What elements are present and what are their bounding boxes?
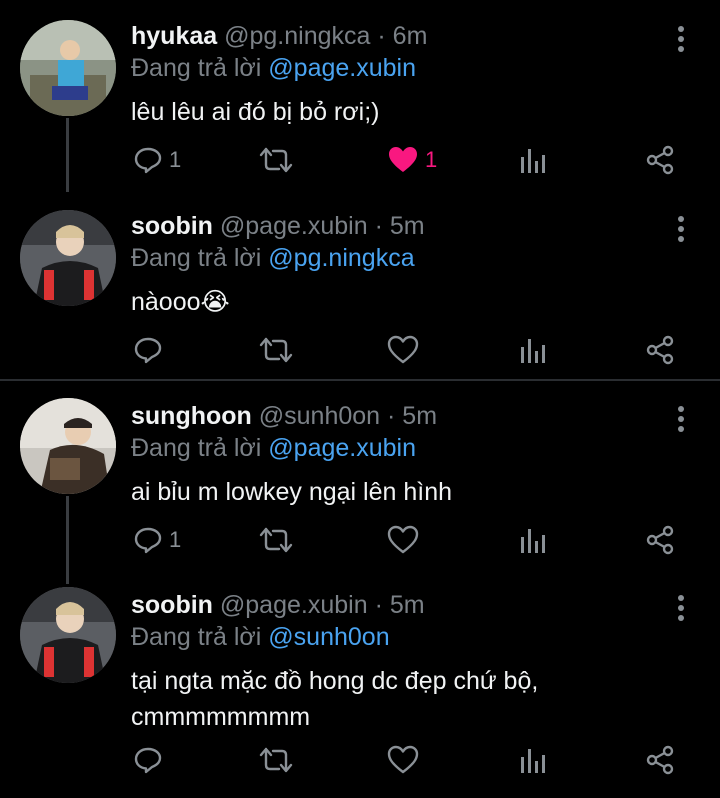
retweet-icon xyxy=(259,335,293,365)
share-icon xyxy=(645,145,675,175)
tweet-actions xyxy=(0,330,720,370)
avatar[interactable] xyxy=(20,210,116,306)
share-icon xyxy=(645,525,675,555)
replying-to: Đang trả lời @page.xubin xyxy=(131,430,416,466)
tweet-actions: 11 xyxy=(0,140,720,180)
replying-to-handle[interactable]: @page.xubin xyxy=(268,434,416,462)
tweet-header: hyukaa @pg.ningkca · 6m xyxy=(131,18,427,54)
like-icon xyxy=(387,335,419,365)
user-handle[interactable]: @page.xubin xyxy=(220,591,368,619)
tweet-header: sunghoon @sunh0on · 5m xyxy=(131,398,437,434)
avatar[interactable] xyxy=(20,398,116,494)
more-icon[interactable] xyxy=(666,214,696,244)
like-button[interactable] xyxy=(387,520,419,560)
retweet-icon xyxy=(259,745,293,775)
analytics-icon xyxy=(519,745,547,775)
replying-to-handle[interactable]: @sunh0on xyxy=(268,623,389,651)
avatar[interactable] xyxy=(20,587,116,683)
tweet-text: tại ngta mặc đồ hong dc đẹp chứ bộ, cmmm… xyxy=(131,667,539,731)
retweet-icon xyxy=(259,525,293,555)
reply-count: 1 xyxy=(169,147,182,172)
reply-count: 1 xyxy=(169,527,182,552)
replying-to-handle[interactable]: @page.xubin xyxy=(268,54,416,82)
replying-to: Đang trả lời @sunh0on xyxy=(131,619,390,655)
analytics-icon xyxy=(519,145,547,175)
tweet-header: soobin @page.xubin · 5m xyxy=(131,587,425,623)
reply-button[interactable] xyxy=(133,740,163,780)
share-button[interactable] xyxy=(645,330,675,370)
tweet-text: ai bỉu m lowkey ngại lên hình xyxy=(131,478,453,506)
reply-button[interactable]: 1 xyxy=(133,140,181,180)
like-button[interactable] xyxy=(387,740,419,780)
retweet-button[interactable] xyxy=(259,520,293,560)
analytics-button[interactable] xyxy=(519,520,547,560)
retweet-button[interactable] xyxy=(259,740,293,780)
reply-button[interactable]: 1 xyxy=(133,520,181,560)
reply-icon xyxy=(133,335,163,365)
timestamp: · 5m xyxy=(374,212,425,240)
share-button[interactable] xyxy=(645,740,675,780)
analytics-button[interactable] xyxy=(519,740,547,780)
replying-to-label: Đang trả lời xyxy=(131,54,262,82)
reply-icon xyxy=(133,525,163,555)
like-icon xyxy=(387,145,419,175)
display-name[interactable]: sunghoon xyxy=(131,402,252,430)
more-icon[interactable] xyxy=(666,593,696,623)
display-name[interactable]: soobin xyxy=(131,212,213,240)
share-icon xyxy=(645,745,675,775)
reply-icon xyxy=(133,745,163,775)
user-handle[interactable]: @pg.ningkca xyxy=(224,22,370,50)
share-icon xyxy=(645,335,675,365)
retweet-button[interactable] xyxy=(259,140,293,180)
tweet-text: nàooo😭 xyxy=(131,288,230,316)
share-button[interactable] xyxy=(645,520,675,560)
display-name[interactable]: hyukaa xyxy=(131,22,217,50)
replying-to-label: Đang trả lời xyxy=(131,623,262,651)
tweet-actions: 1 xyxy=(0,520,720,560)
analytics-icon xyxy=(519,525,547,555)
user-handle[interactable]: @sunh0on xyxy=(259,402,380,430)
analytics-button[interactable] xyxy=(519,140,547,180)
tweet-divider xyxy=(0,379,720,381)
reply-button[interactable] xyxy=(133,330,163,370)
timestamp: · 5m xyxy=(387,402,438,430)
like-button[interactable] xyxy=(387,330,419,370)
like-icon xyxy=(387,525,419,555)
display-name[interactable]: soobin xyxy=(131,591,213,619)
share-button[interactable] xyxy=(645,140,675,180)
replying-to: Đang trả lời @pg.ningkca xyxy=(131,240,415,276)
timestamp: · 6m xyxy=(377,22,428,50)
like-count: 1 xyxy=(425,147,438,172)
reply-icon xyxy=(133,145,163,175)
more-icon[interactable] xyxy=(666,24,696,54)
like-icon xyxy=(387,745,419,775)
timestamp: · 5m xyxy=(374,591,425,619)
replying-to: Đang trả lời @page.xubin xyxy=(131,50,416,86)
retweet-button[interactable] xyxy=(259,330,293,370)
tweet-text: lêu lêu ai đó bị bỏ rơi;) xyxy=(131,98,380,126)
replying-to-handle[interactable]: @pg.ningkca xyxy=(268,244,414,272)
replying-to-label: Đang trả lời xyxy=(131,434,262,462)
analytics-icon xyxy=(519,335,547,365)
user-handle[interactable]: @page.xubin xyxy=(220,212,368,240)
tweet-header: soobin @page.xubin · 5m xyxy=(131,208,425,244)
avatar[interactable] xyxy=(20,20,116,116)
replying-to-label: Đang trả lời xyxy=(131,244,262,272)
tweet-actions xyxy=(0,740,720,780)
retweet-icon xyxy=(259,145,293,175)
more-icon[interactable] xyxy=(666,404,696,434)
like-button[interactable]: 1 xyxy=(387,140,437,180)
analytics-button[interactable] xyxy=(519,330,547,370)
